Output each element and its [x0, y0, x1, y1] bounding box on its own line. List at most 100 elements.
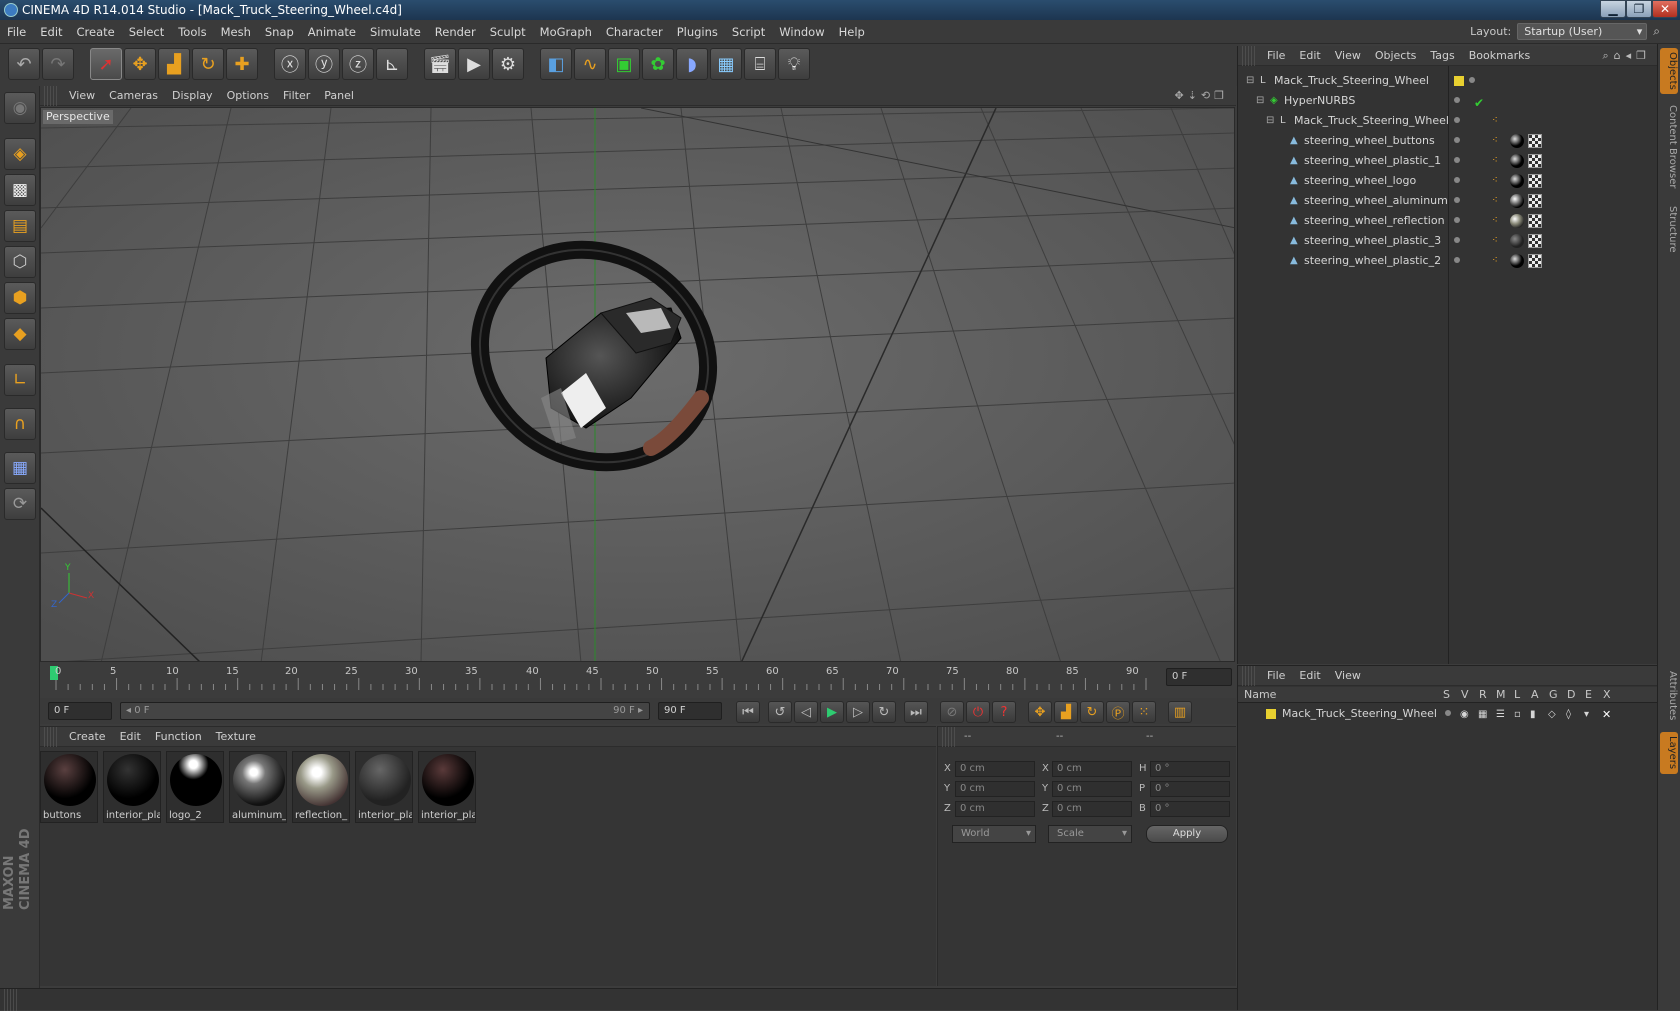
add-cube-button[interactable]: ◧ [540, 48, 572, 80]
material-swatch-interior-plastic[interactable]: interior_pla [103, 751, 161, 823]
expression-icon[interactable]: ▾ [1584, 705, 1589, 725]
generator-icon[interactable]: ◇ [1548, 705, 1556, 725]
menu-mesh[interactable]: Mesh [214, 20, 258, 44]
menu-plugins[interactable]: Plugins [670, 20, 725, 44]
object-row[interactable]: ▲ steering_wheel_aluminum ⁖ [1238, 191, 1658, 211]
add-floor-button[interactable]: ▦ [710, 48, 742, 80]
menu-window[interactable]: Window [772, 20, 831, 44]
object-menu-tags[interactable]: Tags [1423, 46, 1461, 66]
add-nurbs-button[interactable]: ▣ [608, 48, 640, 80]
search-icon[interactable]: ⌕ [1653, 24, 1660, 39]
render-settings-button[interactable]: ⚙ [492, 48, 524, 80]
polygons-mode-button[interactable]: ◆ [4, 318, 36, 350]
visibility-dot[interactable] [1454, 257, 1460, 263]
viewport-menu-panel[interactable]: Panel [317, 86, 361, 106]
viewport-menu-filter[interactable]: Filter [276, 86, 317, 106]
checkmark-icon[interactable]: ✔ [1474, 93, 1484, 113]
object-row[interactable]: ▲ steering_wheel_reflection ⁖ [1238, 211, 1658, 231]
viewport-menu-display[interactable]: Display [165, 86, 220, 106]
object-menu-edit[interactable]: Edit [1292, 46, 1327, 66]
current-frame-field[interactable]: 0 F [1166, 668, 1232, 686]
material-swatch-reflection[interactable]: reflection_ [292, 751, 350, 823]
tab-structure[interactable]: Structure [1660, 198, 1678, 260]
material-menu-edit[interactable]: Edit [113, 727, 148, 747]
record-keys-button[interactable]: ⊘ [940, 701, 964, 723]
panel-grip-icon[interactable] [1242, 666, 1256, 686]
object-row[interactable]: ▲ steering_wheel_buttons ⁖ [1238, 131, 1658, 151]
menu-snap[interactable]: Snap [258, 20, 301, 44]
panel-grip-icon[interactable] [44, 86, 58, 106]
texture-tag-icon[interactable] [1528, 234, 1542, 248]
object-menu-file[interactable]: File [1260, 46, 1292, 66]
expand-toggle-icon[interactable]: ⊟ [1256, 96, 1266, 106]
menu-file[interactable]: File [0, 20, 33, 44]
add-array-button[interactable]: ✿ [642, 48, 674, 80]
close-button[interactable]: ✕ [1652, 0, 1678, 18]
3d-viewport[interactable]: Perspective Y X Z [40, 107, 1235, 662]
menu-select[interactable]: Select [122, 20, 171, 44]
visibility-dot[interactable] [1454, 157, 1460, 163]
object-menu-view[interactable]: View [1328, 46, 1368, 66]
previous-frame-button[interactable]: ◁ [794, 701, 818, 723]
key-scale-button[interactable]: ▟ [1054, 701, 1078, 723]
end-frame-field[interactable]: 90 F [658, 702, 722, 720]
rotation-b-field[interactable]: 0 ° [1150, 801, 1230, 817]
phong-tag-icon[interactable]: ⁖ [1492, 256, 1502, 266]
visibility-dot[interactable] [1454, 177, 1460, 183]
workplane-mode-button[interactable]: ▤ [4, 210, 36, 242]
minimize-button[interactable]: ▁ [1600, 0, 1626, 18]
timeline-window-button[interactable]: ▥ [1168, 701, 1192, 723]
model-mode-button[interactable]: ◈ [4, 138, 36, 170]
material-swatch-buttons[interactable]: buttons [40, 751, 98, 823]
layer-name-header[interactable]: Name [1244, 688, 1276, 701]
layout-dropdown[interactable]: Startup (User) ▾ [1517, 23, 1648, 40]
material-swatch-aluminum[interactable]: aluminum_ [229, 751, 287, 823]
move-tool-button[interactable]: ✥ [124, 48, 156, 80]
layer-col-render[interactable]: R [1479, 688, 1487, 701]
position-x-field[interactable]: 0 cm [955, 761, 1035, 777]
snap-button[interactable]: ∩ [4, 408, 36, 440]
object-row[interactable]: ▲ steering_wheel_logo ⁖ [1238, 171, 1658, 191]
visibility-dot[interactable] [1454, 197, 1460, 203]
lock-icon[interactable]: ▫ [1514, 705, 1521, 725]
layer-col-generators[interactable]: G [1549, 688, 1558, 701]
layer-menu-edit[interactable]: Edit [1292, 666, 1327, 686]
phong-tag-icon[interactable]: ⁖ [1492, 176, 1502, 186]
rotation-h-field[interactable]: 0 ° [1150, 761, 1230, 777]
visibility-dot[interactable] [1454, 97, 1460, 103]
texture-tag-icon[interactable] [1528, 134, 1542, 148]
rotation-p-field[interactable]: 0 ° [1150, 781, 1230, 797]
eye-icon[interactable]: ◉ [1460, 705, 1469, 725]
texture-tag-icon[interactable] [1528, 174, 1542, 188]
timeline-ruler[interactable]: 0 5 10 15 20 25 30 35 40 45 50 55 60 65 … [40, 664, 1236, 698]
tab-objects[interactable]: Objects [1660, 48, 1678, 94]
material-tag-icon[interactable] [1510, 234, 1524, 248]
material-tag-icon[interactable] [1510, 134, 1524, 148]
material-tag-icon[interactable] [1510, 194, 1524, 208]
menu-mograph[interactable]: MoGraph [533, 20, 599, 44]
panel-grip-icon[interactable] [4, 989, 18, 1011]
menu-animate[interactable]: Animate [301, 20, 363, 44]
key-position-button[interactable]: ✥ [1028, 701, 1052, 723]
undo-button[interactable]: ↶ [8, 48, 40, 80]
menu-edit[interactable]: Edit [33, 20, 69, 44]
size-mode-dropdown[interactable]: Scale ▾ [1048, 825, 1132, 843]
scale-tool-button[interactable]: ▟ [158, 48, 190, 80]
material-tag-icon[interactable] [1510, 254, 1524, 268]
object-row[interactable]: ⊟ L Mack_Truck_Steering_Wheel ⁖ [1238, 111, 1658, 131]
render-icon[interactable]: ▦ [1478, 705, 1487, 725]
panel-grip-icon[interactable] [942, 727, 956, 747]
object-menu-bookmarks[interactable]: Bookmarks [1462, 46, 1537, 66]
frame-range-slider[interactable]: ◂ 0 F 90 F ▸ [120, 702, 650, 720]
menu-tools[interactable]: Tools [171, 20, 213, 44]
key-pla-button[interactable]: ⁙ [1132, 701, 1156, 723]
next-key-button[interactable]: ↻ [872, 701, 896, 723]
points-mode-button[interactable]: ⬡ [4, 246, 36, 278]
expand-toggle-icon[interactable]: ⊟ [1266, 116, 1276, 126]
apply-button[interactable]: Apply [1146, 825, 1228, 843]
texture-tag-icon[interactable] [1528, 194, 1542, 208]
object-row[interactable]: ⊟ L Mack_Truck_Steering_Wheel [1238, 71, 1658, 91]
edges-mode-button[interactable]: ⬢ [4, 282, 36, 314]
object-row[interactable]: ▲ steering_wheel_plastic_1 ⁖ [1238, 151, 1658, 171]
layer-color-swatch[interactable] [1454, 76, 1464, 86]
